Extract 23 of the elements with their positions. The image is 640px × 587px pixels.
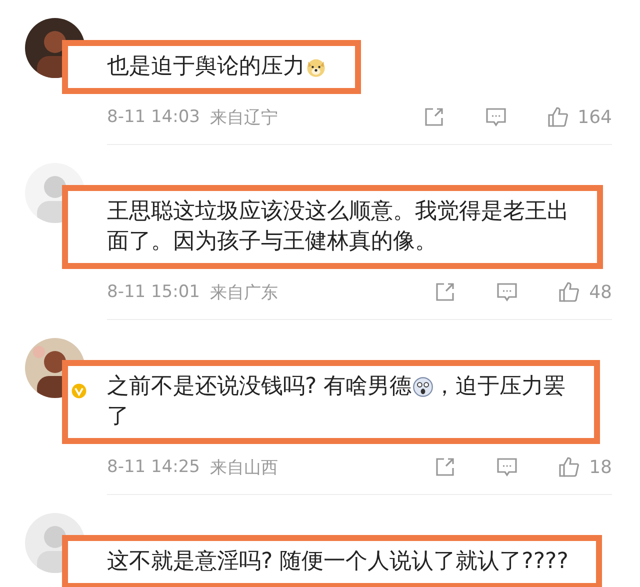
face-icon (412, 376, 434, 398)
comment-text: 也是迫于舆论的压力 (107, 53, 305, 81)
comment-text: 面了。因为孩子与王健林真的像。 (107, 228, 437, 256)
like-count: 48 (589, 282, 612, 302)
comment-text: 这不就是意淫吗? 随便一个人说认了就认了???? (107, 548, 568, 576)
comment-icon[interactable] (495, 455, 520, 479)
comment-text: ，迫于压力罢 (434, 373, 566, 401)
comment-location: 来自辽宁 (210, 106, 278, 128)
comment-time: 8-11 14:25 (107, 457, 200, 477)
comment-location: 来自广东 (210, 282, 278, 304)
comment-time: 8-11 14:03 (107, 107, 200, 127)
comment-time: 8-11 15:01 (107, 282, 200, 302)
like-count: 18 (589, 456, 612, 478)
comment-icon[interactable] (484, 105, 508, 129)
thumbs-up-icon[interactable] (546, 105, 570, 129)
comment-text: 了 (107, 403, 129, 431)
comment-text: 之前不是还说没钱吗? 有啥男德 (107, 373, 412, 401)
comment-location: 来自山西 (210, 456, 278, 478)
comment-text: 王思聪这垃圾应该没这么顺意。我觉得是老王出 (107, 198, 569, 226)
like-count: 164 (578, 106, 612, 128)
comment-icon[interactable] (495, 280, 520, 304)
thumbs-up-icon[interactable] (557, 455, 582, 479)
thumbs-up-icon[interactable] (557, 280, 582, 304)
